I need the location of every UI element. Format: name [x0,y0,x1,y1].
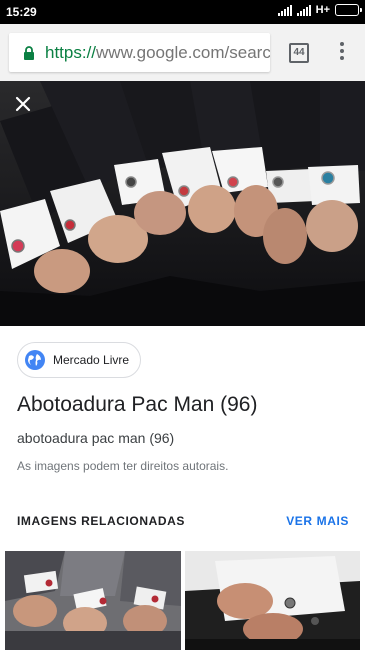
url-host: www.google.com/search [96,43,270,62]
lock-icon [24,46,34,60]
url-scheme: https:// [45,43,97,62]
thumbnail-image [185,551,360,650]
status-bar: 15:29 H+ [0,0,365,24]
copyright-notice: As imagens podem ter direitos autorais. [17,459,229,473]
tab-switcher-button[interactable]: 44 [289,43,309,63]
signal-icon [296,4,311,16]
globe-icon [25,350,45,370]
cufflinks-photo [0,81,365,326]
status-icons: H+ [277,4,362,16]
source-chip[interactable]: Mercado Livre [17,342,141,378]
image-title[interactable]: Abotoadura Pac Man (96) [17,393,257,417]
url-text[interactable]: https://www.google.com/search [45,43,270,63]
overflow-menu-icon[interactable] [336,42,348,64]
status-time: 15:29 [6,5,37,19]
image-subtitle: abotoadura pac man (96) [17,430,175,446]
source-name: Mercado Livre [53,353,130,367]
browser-toolbar: https://www.google.com/search 44 [0,24,365,81]
battery-icon [335,4,362,16]
address-bar[interactable]: https://www.google.com/search [9,33,270,72]
close-icon[interactable] [12,93,34,115]
related-image-thumbnail[interactable] [5,551,181,650]
thumbnail-image [5,551,181,650]
related-image-thumbnail[interactable] [185,551,360,650]
related-images-heading: IMAGENS RELACIONADAS [17,514,186,528]
see-more-link[interactable]: VER MAIS [286,514,349,528]
signal-icon [277,4,292,16]
network-type: H+ [315,4,330,16]
image-preview [0,81,365,326]
